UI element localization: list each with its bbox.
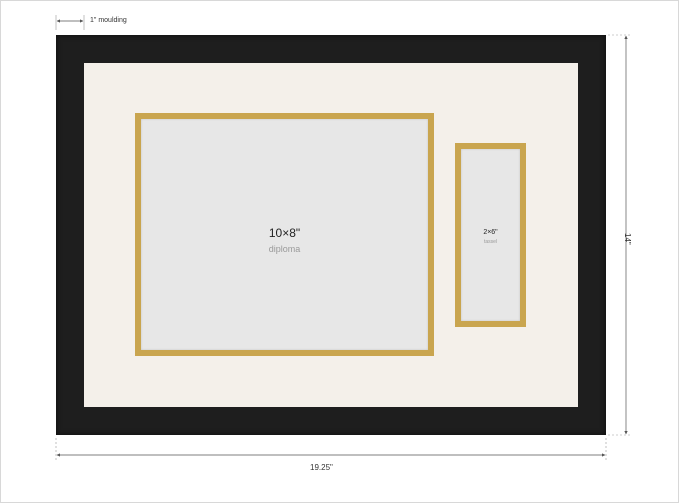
- moulding-label: 1" moulding: [90, 17, 127, 24]
- moulding-dimension: [55, 15, 85, 30]
- width-dimension: [55, 438, 607, 462]
- width-label: 19.25": [310, 463, 333, 472]
- frame-diagram: 10×8" diploma 2×6" tassel 1" moulding 19…: [0, 0, 679, 503]
- dimension-lines: [55, 15, 632, 462]
- height-label: 14": [623, 233, 632, 245]
